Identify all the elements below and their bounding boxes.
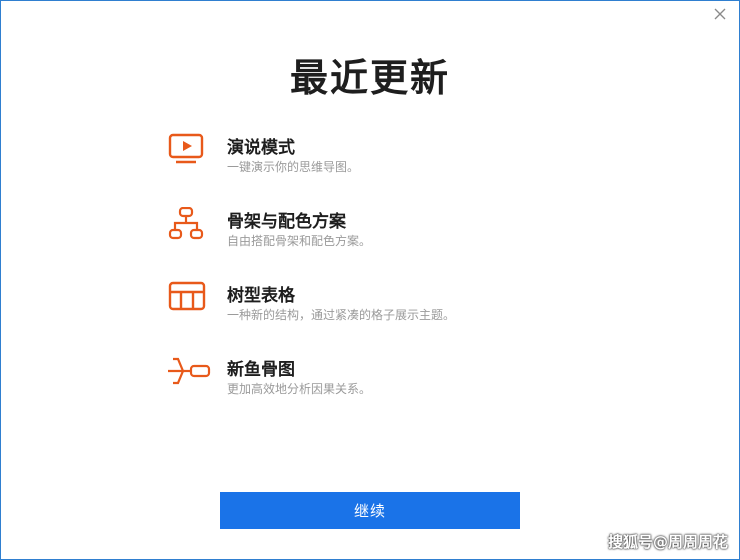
whats-new-dialog: 最近更新 演说模式 一键演示你的思维导图。 骨架与配色方案 自由搭配骨架和配色方… [0, 0, 740, 560]
feature-item-fishbone: 新鱼骨图 更加高效地分析因果关系。 [167, 355, 587, 405]
feature-description: 更加高效地分析因果关系。 [227, 382, 372, 396]
feature-description: 一种新的结构，通过紧凑的格子展示主题。 [227, 308, 456, 322]
feature-title: 树型表格 [227, 286, 295, 306]
feature-title: 演说模式 [227, 138, 295, 158]
feature-title: 骨架与配色方案 [227, 212, 346, 232]
fishbone-icon [167, 355, 211, 389]
watermark-text: 搜狐号@周周周花 [607, 533, 728, 551]
org-chart-icon [167, 207, 211, 241]
feature-item-skeleton-color: 骨架与配色方案 自由搭配骨架和配色方案。 [167, 207, 587, 257]
dialog-title: 最近更新 [289, 56, 450, 100]
feature-description: 一键演示你的思维导图。 [227, 160, 360, 174]
table-icon [167, 281, 211, 315]
feature-item-presentation: 演说模式 一键演示你的思维导图。 [167, 133, 587, 183]
feature-item-tree-table: 树型表格 一种新的结构，通过紧凑的格子展示主题。 [167, 281, 587, 331]
close-button[interactable] [711, 5, 729, 23]
feature-title: 新鱼骨图 [227, 360, 295, 380]
presentation-icon [167, 133, 211, 167]
close-icon [714, 8, 726, 20]
continue-button[interactable]: 继续 [220, 492, 520, 529]
feature-description: 自由搭配骨架和配色方案。 [227, 234, 372, 248]
